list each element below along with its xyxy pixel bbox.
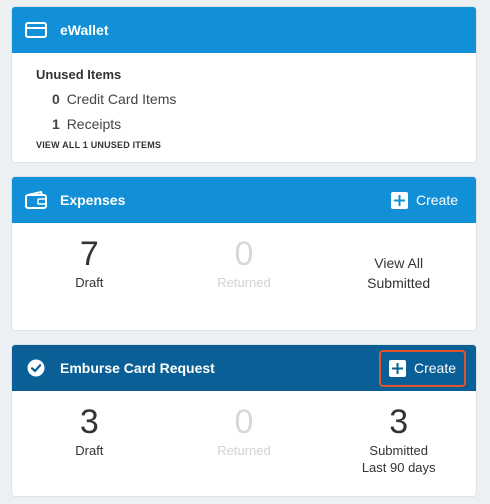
card-request-returned-count: 0 [234, 403, 254, 441]
expenses-create-button[interactable]: Create [385, 188, 464, 213]
unused-items-heading: Unused Items [36, 67, 122, 82]
card-request-create-button[interactable]: Create [378, 349, 466, 387]
ewallet-title: eWallet [60, 22, 109, 38]
card-request-draft-count: 3 [79, 403, 99, 441]
plus-icon [390, 191, 408, 209]
expenses-returned-stat: 0 Returned [167, 235, 322, 293]
card-request-returned-stat: 0 Returned [167, 403, 322, 478]
expenses-draft-stat[interactable]: 7 Draft [12, 235, 167, 293]
card-request-submitted-stat[interactable]: 3 Submitted Last 90 days [321, 403, 476, 478]
plus-icon [388, 359, 406, 377]
receipts-count: 1 [52, 116, 60, 132]
card-request-header: Emburse Card Request Create [12, 345, 476, 391]
expenses-view-all-text: View All Submitted [321, 235, 476, 293]
expenses-draft-count: 7 [79, 235, 99, 273]
card-request-draft-stat[interactable]: 3 Draft [12, 403, 167, 478]
receipts-row[interactable]: 1 Receipts [52, 116, 476, 132]
expenses-title: Expenses [60, 192, 126, 208]
ewallet-body: Unused Items 0 Credit Card Items 1 Recei… [12, 53, 476, 150]
expenses-draft-label: Draft [75, 275, 104, 290]
wallet-icon [24, 188, 48, 212]
card-request-card: Emburse Card Request Create 3 Draft 0 Re… [11, 344, 477, 497]
expenses-header: Expenses Create [12, 177, 476, 223]
view-all-unused-link[interactable]: VIEW ALL 1 UNUSED ITEMS [36, 140, 476, 150]
check-badge-icon [24, 356, 48, 380]
ewallet-card: eWallet Unused Items 0 Credit Card Items… [11, 6, 477, 163]
card-request-draft-label: Draft [75, 443, 104, 458]
expenses-card: Expenses Create 7 Draft 0 Returned View … [11, 176, 477, 331]
credit-card-items-count: 0 [52, 91, 60, 107]
card-request-title: Emburse Card Request [60, 360, 215, 376]
expenses-returned-count: 0 [234, 235, 254, 273]
wallet-card-icon [24, 18, 48, 42]
ewallet-header: eWallet [12, 7, 476, 53]
expenses-view-all-submitted[interactable]: View All Submitted [321, 235, 476, 293]
view-all-line1: View All [374, 255, 424, 271]
card-request-stats: 3 Draft 0 Returned 3 Submitted Last 90 d… [12, 391, 476, 478]
credit-card-items-label: Credit Card Items [66, 91, 177, 107]
credit-card-items-row[interactable]: 0 Credit Card Items [52, 91, 476, 107]
card-request-returned-label: Returned [217, 443, 271, 458]
view-all-line2: Submitted [367, 275, 431, 291]
card-request-submitted-count: 3 [389, 403, 409, 441]
expenses-returned-label: Returned [217, 275, 271, 290]
card-request-create-label: Create [413, 360, 456, 376]
card-request-submitted-label: Submitted [369, 443, 428, 458]
expenses-create-label: Create [415, 192, 458, 208]
expenses-stats: 7 Draft 0 Returned View All Submitted [12, 223, 476, 293]
card-request-submitted-period: Last 90 days [361, 460, 436, 475]
receipts-label: Receipts [66, 116, 122, 132]
